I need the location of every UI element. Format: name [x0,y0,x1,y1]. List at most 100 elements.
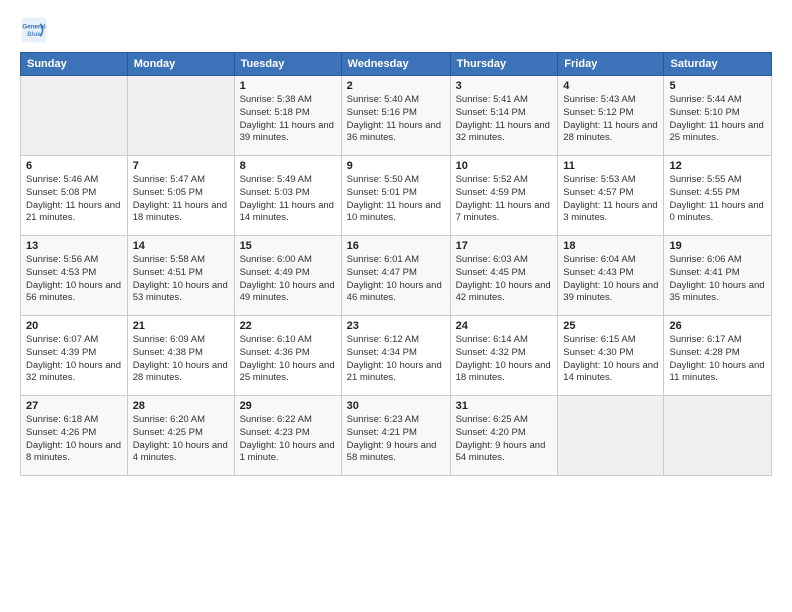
calendar-cell: 1 Sunrise: 5:38 AM Sunset: 5:18 PM Daylig… [234,76,341,156]
day-info: Sunrise: 6:20 AM Sunset: 4:25 PM Dayligh… [133,414,229,465]
weekday-header-friday: Friday [558,53,664,76]
calendar-cell: 9 Sunrise: 5:50 AM Sunset: 5:01 PM Daylig… [341,156,450,236]
day-number: 19 [669,240,766,252]
calendar-table: SundayMondayTuesdayWednesdayThursdayFrid… [20,52,772,476]
day-info: Sunrise: 5:53 AM Sunset: 4:57 PM Dayligh… [563,174,658,225]
day-number: 10 [456,160,553,172]
calendar-cell: 31 Sunrise: 6:25 AM Sunset: 4:20 PM Dayli… [450,396,558,476]
day-number: 1 [240,80,336,92]
header: General Blue [20,16,772,44]
day-number: 27 [26,400,122,412]
calendar-cell [21,76,128,156]
day-number: 29 [240,400,336,412]
day-info: Sunrise: 6:01 AM Sunset: 4:47 PM Dayligh… [347,254,445,305]
day-number: 21 [133,320,229,332]
calendar-cell: 15 Sunrise: 6:00 AM Sunset: 4:49 PM Dayli… [234,236,341,316]
day-info: Sunrise: 6:04 AM Sunset: 4:43 PM Dayligh… [563,254,658,305]
calendar-cell: 18Sunrise: 6:04 AM Sunset: 4:43 PM Dayli… [558,236,664,316]
calendar-cell: 12 Sunrise: 5:55 AM Sunset: 4:55 PM Dayli… [664,156,772,236]
calendar-cell: 7Sunrise: 5:47 AM Sunset: 5:05 PM Daylig… [127,156,234,236]
day-info: Sunrise: 6:22 AM Sunset: 4:23 PM Dayligh… [240,414,336,465]
day-info: Sunrise: 6:03 AM Sunset: 4:45 PM Dayligh… [456,254,553,305]
calendar-cell [664,396,772,476]
day-info: Sunrise: 5:55 AM Sunset: 4:55 PM Dayligh… [669,174,766,225]
day-number: 30 [347,400,445,412]
day-info: Sunrise: 6:12 AM Sunset: 4:34 PM Dayligh… [347,334,445,385]
calendar-cell: 27 Sunrise: 6:18 AM Sunset: 4:26 PM Dayli… [21,396,128,476]
day-number: 22 [240,320,336,332]
calendar-cell: 10 Sunrise: 5:52 AM Sunset: 4:59 PM Dayli… [450,156,558,236]
day-info: Sunrise: 6:07 AM Sunset: 4:39 PM Dayligh… [26,334,122,385]
weekday-header-sunday: Sunday [21,53,128,76]
day-info: Sunrise: 5:50 AM Sunset: 5:01 PM Dayligh… [347,174,445,225]
day-number: 2 [347,80,445,92]
page: General Blue SundayMondayTuesdayWednesda… [0,0,792,612]
calendar-cell: 3 Sunrise: 5:41 AM Sunset: 5:14 PM Daylig… [450,76,558,156]
calendar-cell: 17 Sunrise: 6:03 AM Sunset: 4:45 PM Dayli… [450,236,558,316]
weekday-header-monday: Monday [127,53,234,76]
calendar-cell: 11 Sunrise: 5:53 AM Sunset: 4:57 PM Dayli… [558,156,664,236]
day-info: Sunrise: 5:44 AM Sunset: 5:10 PM Dayligh… [669,94,766,145]
day-info: Sunrise: 6:14 AM Sunset: 4:32 PM Dayligh… [456,334,553,385]
logo-icon: General Blue [20,16,48,44]
day-number: 16 [347,240,445,252]
calendar-cell: 23 Sunrise: 6:12 AM Sunset: 4:34 PM Dayli… [341,316,450,396]
calendar-cell: 5 Sunrise: 5:44 AM Sunset: 5:10 PM Daylig… [664,76,772,156]
day-info: Sunrise: 5:46 AM Sunset: 5:08 PM Dayligh… [26,174,122,225]
calendar-cell: 13 Sunrise: 5:56 AM Sunset: 4:53 PM Dayli… [21,236,128,316]
day-number: 3 [456,80,553,92]
weekday-header-row: SundayMondayTuesdayWednesdayThursdayFrid… [21,53,772,76]
day-number: 31 [456,400,553,412]
calendar-cell: 21Sunrise: 6:09 AM Sunset: 4:38 PM Dayli… [127,316,234,396]
calendar-cell: 29 Sunrise: 6:22 AM Sunset: 4:23 PM Dayli… [234,396,341,476]
day-number: 4 [563,80,658,92]
day-info: Sunrise: 6:17 AM Sunset: 4:28 PM Dayligh… [669,334,766,385]
calendar-week-2: 6 Sunrise: 5:46 AM Sunset: 5:08 PM Daylig… [21,156,772,236]
calendar-week-1: 1 Sunrise: 5:38 AM Sunset: 5:18 PM Daylig… [21,76,772,156]
day-info: Sunrise: 5:52 AM Sunset: 4:59 PM Dayligh… [456,174,553,225]
weekday-header-saturday: Saturday [664,53,772,76]
day-info: Sunrise: 6:18 AM Sunset: 4:26 PM Dayligh… [26,414,122,465]
day-number: 11 [563,160,658,172]
day-info: Sunrise: 5:56 AM Sunset: 4:53 PM Dayligh… [26,254,122,305]
day-number: 24 [456,320,553,332]
weekday-header-tuesday: Tuesday [234,53,341,76]
day-number: 20 [26,320,122,332]
day-info: Sunrise: 5:41 AM Sunset: 5:14 PM Dayligh… [456,94,553,145]
calendar-cell: 30 Sunrise: 6:23 AM Sunset: 4:21 PM Dayli… [341,396,450,476]
calendar-cell: 26Sunrise: 6:17 AM Sunset: 4:28 PM Dayli… [664,316,772,396]
day-number: 5 [669,80,766,92]
day-info: Sunrise: 6:00 AM Sunset: 4:49 PM Dayligh… [240,254,336,305]
svg-text:Blue: Blue [27,31,41,38]
calendar-cell: 6 Sunrise: 5:46 AM Sunset: 5:08 PM Daylig… [21,156,128,236]
calendar-cell [127,76,234,156]
calendar-cell: 16 Sunrise: 6:01 AM Sunset: 4:47 PM Dayli… [341,236,450,316]
day-number: 8 [240,160,336,172]
day-number: 12 [669,160,766,172]
day-number: 13 [26,240,122,252]
calendar-week-5: 27 Sunrise: 6:18 AM Sunset: 4:26 PM Dayli… [21,396,772,476]
day-info: Sunrise: 6:10 AM Sunset: 4:36 PM Dayligh… [240,334,336,385]
day-number: 17 [456,240,553,252]
calendar-week-3: 13 Sunrise: 5:56 AM Sunset: 4:53 PM Dayli… [21,236,772,316]
day-number: 9 [347,160,445,172]
day-info: Sunrise: 6:25 AM Sunset: 4:20 PM Dayligh… [456,414,553,465]
calendar-cell [558,396,664,476]
calendar-cell: 24 Sunrise: 6:14 AM Sunset: 4:32 PM Dayli… [450,316,558,396]
day-info: Sunrise: 5:38 AM Sunset: 5:18 PM Dayligh… [240,94,336,145]
day-info: Sunrise: 6:23 AM Sunset: 4:21 PM Dayligh… [347,414,445,465]
logo: General Blue [20,16,52,44]
calendar-cell: 28Sunrise: 6:20 AM Sunset: 4:25 PM Dayli… [127,396,234,476]
day-number: 6 [26,160,122,172]
day-number: 14 [133,240,229,252]
calendar-cell: 4 Sunrise: 5:43 AM Sunset: 5:12 PM Daylig… [558,76,664,156]
day-info: Sunrise: 5:43 AM Sunset: 5:12 PM Dayligh… [563,94,658,145]
calendar-cell: 8Sunrise: 5:49 AM Sunset: 5:03 PM Daylig… [234,156,341,236]
calendar-body: 1 Sunrise: 5:38 AM Sunset: 5:18 PM Daylig… [21,76,772,476]
day-info: Sunrise: 6:06 AM Sunset: 4:41 PM Dayligh… [669,254,766,305]
day-info: Sunrise: 5:40 AM Sunset: 5:16 PM Dayligh… [347,94,445,145]
day-info: Sunrise: 6:15 AM Sunset: 4:30 PM Dayligh… [563,334,658,385]
day-number: 15 [240,240,336,252]
day-number: 23 [347,320,445,332]
calendar-cell: 22 Sunrise: 6:10 AM Sunset: 4:36 PM Dayli… [234,316,341,396]
